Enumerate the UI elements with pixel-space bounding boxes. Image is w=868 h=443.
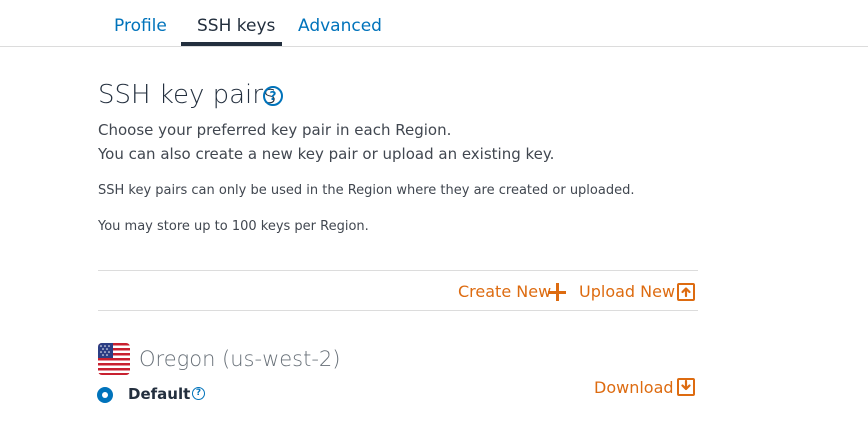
help-icon[interactable]: ? [263, 86, 283, 106]
region-name: Oregon (us-west-2) [139, 347, 341, 371]
default-key-radio[interactable] [97, 387, 113, 403]
upload-new-button[interactable]: Upload New [579, 281, 675, 303]
divider-bottom [98, 310, 698, 311]
description-line-2: You can also create a new key pair or up… [98, 145, 555, 163]
region-note: SSH key pairs can only be used in the Re… [98, 183, 635, 198]
tab-ssh-keys[interactable]: SSH keys [197, 14, 275, 38]
default-key-label: Default [128, 385, 191, 403]
plus-icon[interactable] [548, 283, 566, 301]
help-icon[interactable]: ? [192, 387, 205, 400]
upload-icon[interactable] [677, 283, 695, 301]
create-new-button[interactable]: Create New [458, 281, 551, 303]
us-flag-icon [98, 343, 130, 375]
limit-note: You may store up to 100 keys per Region. [98, 219, 369, 234]
download-button[interactable]: Download [594, 377, 674, 399]
active-tab-indicator [181, 42, 282, 46]
page-title: SSH key pairs [98, 80, 277, 110]
description-line-1: Choose your preferred key pair in each R… [98, 121, 452, 139]
divider-top [98, 270, 698, 271]
tab-bar: Profile SSH keys Advanced [0, 0, 868, 47]
tab-profile[interactable]: Profile [114, 14, 167, 38]
download-icon[interactable] [677, 378, 695, 396]
tab-advanced[interactable]: Advanced [298, 14, 382, 38]
